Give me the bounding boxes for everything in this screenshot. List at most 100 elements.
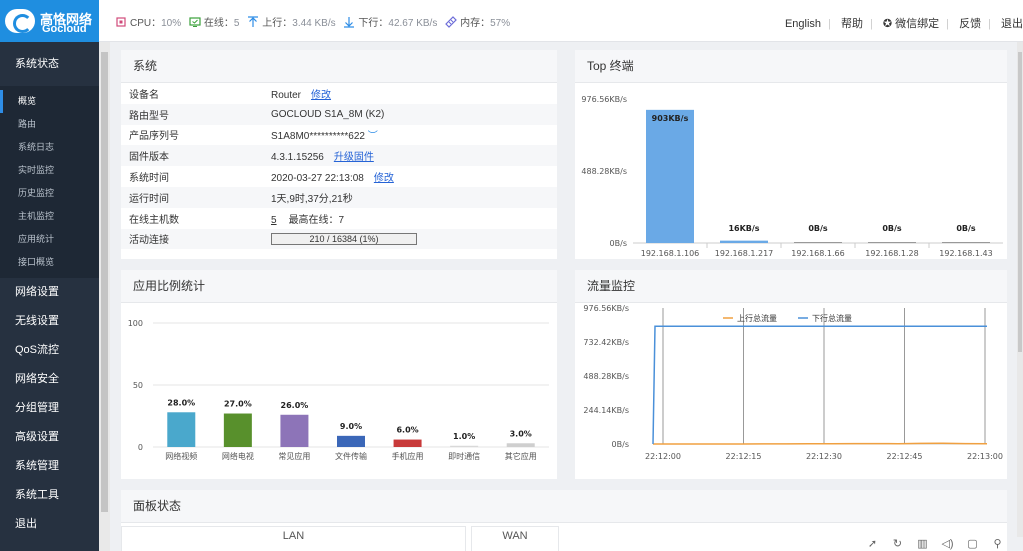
edit-device-name-link[interactable]: 修改 — [311, 90, 331, 101]
x-tick-label: 常见应用 — [278, 451, 310, 461]
y-tick-label: 488.28KB/s — [581, 167, 627, 176]
data-label: 6.0% — [396, 426, 418, 435]
bar — [942, 242, 990, 243]
speaker-icon[interactable]: ◁) — [935, 537, 960, 550]
bar — [646, 109, 694, 243]
sidebar-subitem-route[interactable]: 路由 — [0, 113, 110, 136]
search-icon[interactable]: ⚲ — [985, 537, 1010, 550]
system-panel-title: 系统 — [121, 50, 557, 83]
x-tick-label: 即时通信 — [448, 451, 480, 461]
x-tick-label: 192.168.1.28 — [865, 249, 918, 258]
data-label: 0B/s — [808, 224, 828, 233]
legend-label: 上行总流量 — [737, 313, 777, 323]
sidebar-subitem-overview[interactable]: 概览 — [0, 90, 110, 113]
x-tick-label: 网络电视 — [222, 451, 254, 461]
upload-status: 上行：3.44 KB/s — [247, 14, 336, 29]
help-link[interactable]: 帮助 — [841, 18, 863, 30]
bar — [794, 242, 842, 243]
traffic-panel: 流量监控 976.56KB/s 732.42KB/s 488.28KB/s 244.1… — [575, 270, 1007, 479]
sidebar-subitem-app-stats[interactable]: 应用统计 — [0, 228, 110, 251]
top-panel-title: Top 终端 — [575, 50, 1007, 83]
data-label: 27.0% — [224, 400, 252, 409]
feedback-link[interactable]: 反馈 — [959, 18, 981, 30]
table-row: 路由型号 GOCLOUD S1A_8M (K2) — [121, 103, 557, 125]
x-tick-label: 22:12:30 — [806, 452, 842, 461]
sidebar-item-system-tools[interactable]: 系统工具 — [0, 481, 110, 510]
data-label: 3.0% — [510, 429, 532, 438]
row-key: 系统时间 — [129, 173, 169, 185]
traffic-chart: 976.56KB/s 732.42KB/s 488.28KB/s 244.14KB/s… — [583, 304, 1003, 461]
refresh-icon[interactable]: ↻ — [885, 537, 910, 550]
y-tick-label: 732.42KB/s — [583, 338, 629, 347]
wechat-bind-link[interactable]: ✪ 微信绑定 — [883, 18, 939, 30]
monitor-icon — [189, 17, 201, 27]
main-scroll-thumb[interactable] — [1018, 52, 1022, 352]
sidebar-item-security[interactable]: 网络安全 — [0, 365, 110, 394]
data-label: 28.0% — [167, 398, 195, 407]
x-tick-label: 22:12:15 — [726, 452, 762, 461]
firmware-value: 4.3.1.15256 — [271, 152, 324, 164]
row-key: 运行时间 — [121, 186, 271, 208]
sidebar: 系统状态 概览 路由 系统日志 实时监控 历史监控 主机监控 应用统计 接口概览… — [0, 42, 110, 551]
serial-value: S1A8M0**********622 — [271, 131, 365, 143]
bar — [280, 414, 309, 447]
sidebar-submenu: 概览 路由 系统日志 实时监控 历史监控 主机监控 应用统计 接口概览 — [0, 86, 110, 278]
sidebar-subitem-interface-overview[interactable]: 接口概览 — [0, 251, 110, 274]
memory-icon — [445, 16, 457, 28]
top-terminals-panel: Top 终端 976.56KB/s 488.28KB/s 0B/s 903KB/s 19… — [575, 50, 1007, 259]
row-key: 活动连接 — [121, 228, 271, 250]
sidebar-item-network[interactable]: 网络设置 — [0, 278, 110, 307]
show-serial-eye-icon[interactable]: ︶ — [368, 131, 378, 142]
upgrade-firmware-link[interactable]: 升级固件 — [334, 152, 374, 163]
brand-logo[interactable]: 高恪网络 Gocloud — [0, 0, 99, 42]
row-key: 路由型号 — [121, 103, 271, 125]
data-label: 26.0% — [281, 401, 309, 410]
system-panel: 系统 设备名 Router 修改 路由型号 GOCLOUD S1A_8M (K2) 产… — [121, 50, 557, 259]
sidebar-item-groups[interactable]: 分组管理 — [0, 394, 110, 423]
x-tick-label: 手机应用 — [392, 451, 424, 461]
logout-link[interactable]: 退出 — [1001, 18, 1023, 30]
sidebar-item-qos[interactable]: QoS流控 — [0, 336, 110, 365]
sidebar-item-exit[interactable]: 退出 — [0, 510, 110, 539]
sidebar-subitem-realtime-monitor[interactable]: 实时监控 — [0, 159, 110, 182]
uptime-value: 1天,9时,37分,21秒 — [271, 186, 557, 208]
table-row: 活动连接 210 / 16384 (1%) — [121, 228, 557, 250]
x-tick-label: 192.168.1.43 — [939, 249, 992, 258]
cpu-status: CPU：10% — [115, 14, 181, 29]
sidebar-subitem-system-log[interactable]: 系统日志 — [0, 136, 110, 159]
row-key: 设备名 — [129, 89, 159, 101]
x-tick-label: 22:12:00 — [645, 452, 681, 461]
model-value: GOCLOUD S1A_8M (K2) — [271, 103, 557, 125]
online-status: 在线：5 — [189, 14, 239, 29]
header-links: English | 帮助 | ✪ 微信绑定 | 反馈 | 退出 — [784, 18, 1023, 30]
sidebar-subitem-host-monitor[interactable]: 主机监控 — [0, 205, 110, 228]
y-tick-label: 488.28KB/s — [583, 372, 629, 381]
cloud-logo-icon — [5, 9, 35, 33]
bar — [720, 240, 768, 243]
wechat-icon: ✪ — [882, 18, 893, 30]
window-icon[interactable]: ▢ — [960, 537, 985, 550]
sidebar-scrollbar[interactable] — [99, 42, 110, 551]
online-hosts-link[interactable]: 5 — [271, 215, 277, 226]
sidebar-item-system-mgmt[interactable]: 系统管理 — [0, 452, 110, 481]
sidebar-item-advanced[interactable]: 高级设置 — [0, 423, 110, 452]
rocket-icon[interactable]: ➚ — [860, 537, 885, 550]
x-tick-label: 文件传输 — [335, 451, 367, 461]
main-scrollbar[interactable] — [1017, 42, 1023, 537]
row-key: 产品序列号 — [129, 131, 179, 143]
trash-icon[interactable]: ▥ — [910, 537, 935, 550]
y-tick-label: 244.14KB/s — [583, 406, 629, 415]
row-key: 固件版本 — [121, 145, 271, 167]
sidebar-scroll-thumb[interactable] — [101, 52, 108, 512]
sidebar-subitem-history-monitor[interactable]: 历史监控 — [0, 182, 110, 205]
sidebar-item-wireless[interactable]: 无线设置 — [0, 307, 110, 336]
sidebar-item-system-status[interactable]: 系统状态 — [0, 42, 110, 86]
top-bar: 高恪网络 Gocloud CPU：10% 在线：5 上行：3.44 KB/s 下… — [0, 0, 1023, 42]
download-status: 下行：42.67 KB/s — [343, 14, 437, 29]
status-strip: CPU：10% 在线：5 上行：3.44 KB/s 下行：42.67 KB/s … — [115, 14, 515, 29]
table-row: 产品序列号 S1A8M0**********622 ︶ — [121, 125, 557, 146]
edit-time-link[interactable]: 修改 — [374, 173, 394, 184]
lan-label: LAN — [121, 526, 466, 551]
legend-label: 下行总流量 — [812, 313, 852, 323]
language-link[interactable]: English — [785, 18, 821, 30]
